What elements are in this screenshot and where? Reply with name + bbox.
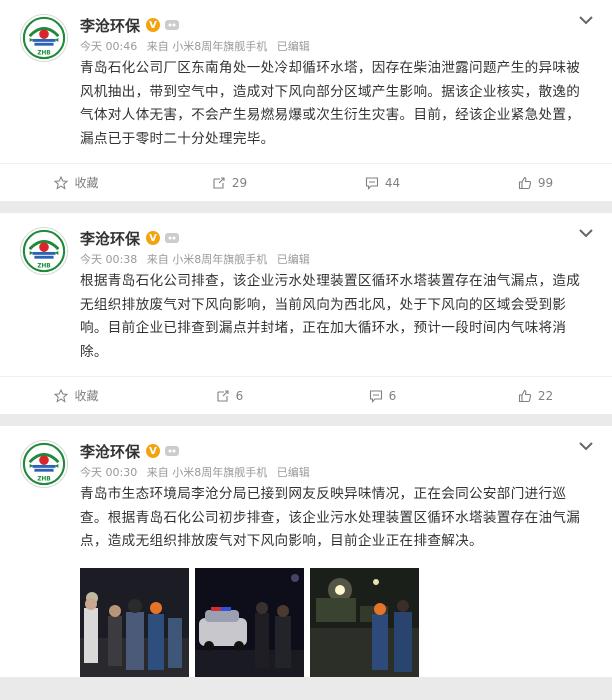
comment-count: 44 [384,175,401,190]
post-card: ZHB 李沧环保 V 今天 00:38 来自 小米8周年旗舰手机 已编辑 根据青… [0,213,612,414]
post-photo[interactable] [310,567,419,677]
post-meta: 今天 00:46 来自 小米8周年旗舰手机 已编辑 [80,38,596,54]
post-text: 青岛市生态环境局李沧分局已接到网友反映异味情况，正在会同公安部门进行巡查。根据青… [80,486,581,549]
action-bar: 收藏 29 44 99 [0,163,612,201]
author-name[interactable]: 李沧环保 [80,441,140,462]
post-source: 来自 小米8周年旗舰手机 [146,253,268,266]
favorite-label: 收藏 [74,176,99,190]
avatar[interactable]: ZHB [20,14,68,62]
repost-icon [217,389,229,402]
edited-label: 已编辑 [276,40,310,53]
post-meta: 今天 00:30 来自 小米8周年旗舰手机 已编辑 [80,464,596,480]
star-icon [54,175,69,190]
post-time[interactable]: 今天 00:46 [80,40,137,53]
post-time[interactable]: 今天 00:38 [80,253,137,266]
favorite-button[interactable]: 收藏 [0,377,153,414]
post-source: 来自 小米8周年旗舰手机 [146,466,268,479]
repost-count: 29 [231,175,248,190]
svg-text:ZHB: ZHB [37,50,50,56]
avatar[interactable]: ZHB [20,440,68,488]
post-card: ZHB 李沧环保 V 今天 00:30 来自 小米8周年旗舰手机 已编辑 青岛市… [0,426,612,677]
comment-count: 6 [388,388,397,403]
comment-button[interactable]: 44 [306,164,459,201]
favorite-label: 收藏 [74,389,99,403]
svg-text:ZHB: ZHB [37,263,50,269]
svg-text:ZHB: ZHB [37,476,50,482]
chevron-down-icon[interactable] [578,227,594,239]
verified-badge: V [146,444,161,458]
like-button[interactable]: 22 [459,377,612,414]
like-count: 22 [537,388,554,403]
post-text: 青岛石化公司厂区东南角处一处冷却循环水塔，因存在柴油泄露问题产生的异味被风机抽出… [80,60,581,147]
avatar[interactable]: ZHB [20,227,68,275]
favorite-button[interactable]: 收藏 [0,164,153,201]
comment-icon [369,389,382,403]
repost-button[interactable]: 6 [153,377,306,414]
action-bar: 收藏 6 6 22 [0,376,612,414]
like-count: 99 [537,175,554,190]
comment-icon [365,176,378,190]
post-card: ZHB 李沧环保 V 今天 00:46 来自 小米8周年旗舰手机 已编辑 青岛石… [0,0,612,201]
member-icon [165,233,180,243]
photo-grid [80,567,596,677]
comment-button[interactable]: 6 [306,377,459,414]
zhb-logo-icon: ZHB [22,442,66,486]
zhb-logo-icon: ZHB [22,229,66,273]
repost-icon [213,176,225,189]
police-car-photo [195,567,304,677]
chevron-down-icon[interactable] [578,14,594,26]
post-meta: 今天 00:38 来自 小米8周年旗舰手机 已编辑 [80,251,596,267]
post-photo[interactable] [80,567,189,677]
verified-badge: V [146,18,161,32]
night-scene-photo [80,567,189,677]
like-button[interactable]: 99 [459,164,612,201]
author-name[interactable]: 李沧环保 [80,15,140,36]
edited-label: 已编辑 [276,466,310,479]
post-text: 根据青岛石化公司排查，该企业污水处理装置区循环水塔装置存在油气漏点，造成无组织排… [80,273,581,360]
plant-site-photo [310,567,419,677]
repost-count: 6 [235,388,244,403]
edited-label: 已编辑 [276,253,310,266]
post-source: 来自 小米8周年旗舰手机 [146,40,268,53]
author-name[interactable]: 李沧环保 [80,228,140,249]
chevron-down-icon[interactable] [578,440,594,452]
verified-badge: V [146,231,161,245]
thumbs-up-icon [518,389,531,402]
post-photo[interactable] [195,567,304,677]
star-icon [54,388,69,403]
member-icon [165,446,180,456]
post-time[interactable]: 今天 00:30 [80,466,137,479]
zhb-logo-icon: ZHB [22,16,66,60]
thumbs-up-icon [518,176,531,189]
repost-button[interactable]: 29 [153,164,306,201]
weibo-feed: ZHB 李沧环保 V 今天 00:46 来自 小米8周年旗舰手机 已编辑 青岛石… [0,0,612,677]
member-icon [165,20,180,30]
